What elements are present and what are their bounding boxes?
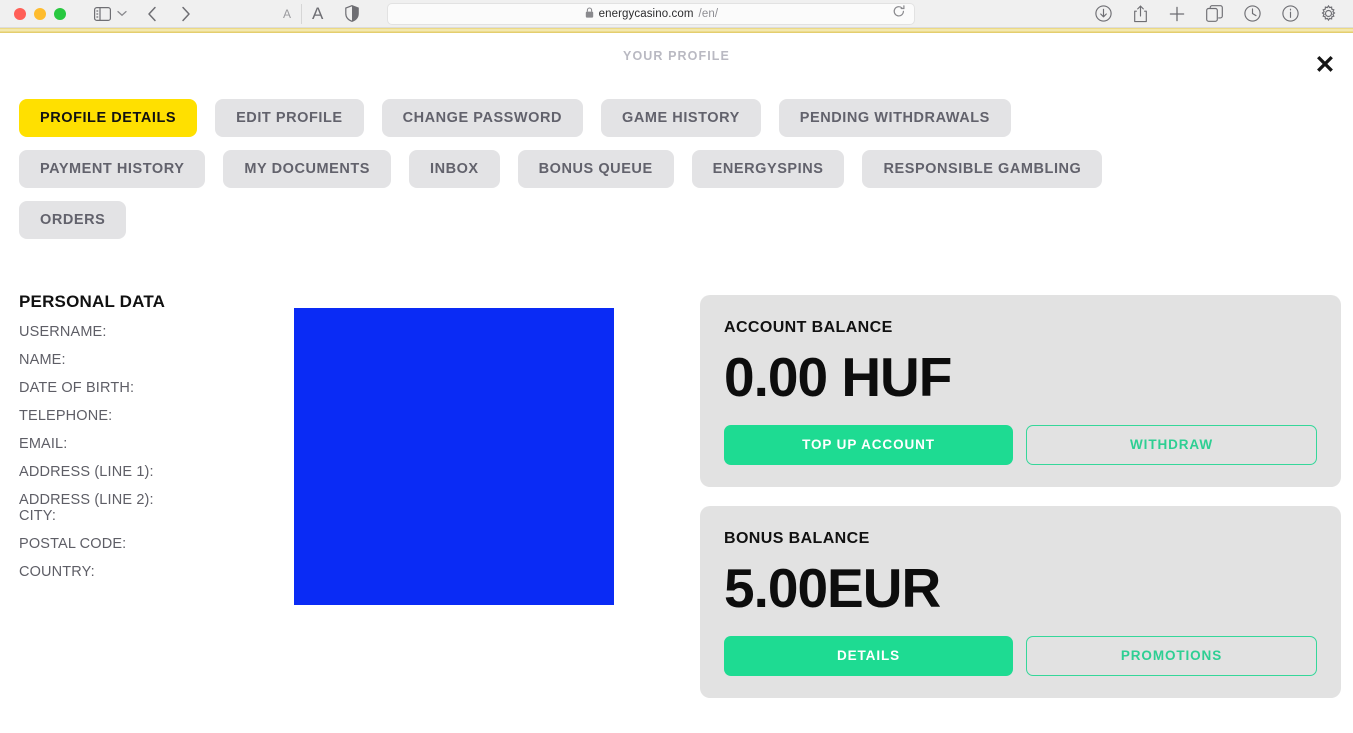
tab-profile-details[interactable]: PROFILE DETAILS: [19, 99, 198, 137]
tab-responsible-gambling[interactable]: RESPONSIBLE GAMBLING: [862, 150, 1103, 188]
field-date-of-birth: DATE OF BIRTH:: [19, 380, 135, 396]
browser-right-icons: [1095, 5, 1337, 23]
field-country: COUNTRY:: [19, 564, 95, 580]
sidebar-toggle-icon[interactable]: [94, 6, 111, 21]
gear-icon[interactable]: [1320, 5, 1337, 22]
url-host: energycasino.com: [598, 7, 694, 20]
bonus-balance-card: BONUS BALANCE 5.00EUR DETAILS PROMOTIONS: [700, 505, 1341, 698]
minimize-window-button[interactable]: [34, 7, 46, 20]
tab-orders[interactable]: ORDERS: [19, 201, 127, 239]
tab-change-password[interactable]: CHANGE PASSWORD: [381, 99, 584, 137]
field-telephone: TELEPHONE:: [19, 408, 113, 424]
account-balance-amount: 0.00 HUF: [724, 346, 952, 408]
tab-bonus-queue[interactable]: BONUS QUEUE: [517, 150, 674, 188]
field-name: NAME:: [19, 352, 66, 368]
withdraw-button[interactable]: WITHDRAW: [1026, 424, 1317, 465]
tab-edit-profile[interactable]: EDIT PROFILE: [215, 99, 364, 137]
decrease-text-size-button[interactable]: A: [273, 7, 301, 21]
field-address-line-1: ADDRESS (LINE 1):: [19, 464, 154, 480]
top-up-account-button[interactable]: TOP UP ACCOUNT: [724, 424, 1013, 465]
back-arrow-icon[interactable]: [147, 6, 158, 22]
field-username: USERNAME:: [19, 324, 107, 340]
close-window-button[interactable]: [14, 7, 26, 20]
share-icon[interactable]: [1133, 5, 1148, 23]
forward-arrow-icon[interactable]: [180, 6, 191, 22]
field-city: CITY:: [19, 508, 57, 524]
tab-my-documents[interactable]: MY DOCUMENTS: [223, 150, 391, 188]
profile-content: PERSONAL DATA USERNAME: NAME: DATE OF BI…: [0, 292, 1353, 698]
personal-data-list: USERNAME: NAME: DATE OF BIRTH: TELEPHONE…: [19, 324, 275, 592]
personal-data-section: PERSONAL DATA USERNAME: NAME: DATE OF BI…: [19, 292, 275, 698]
download-icon[interactable]: [1095, 5, 1112, 22]
personal-data-title: PERSONAL DATA: [19, 292, 166, 311]
account-balance-card: ACCOUNT BALANCE 0.00 HUF TOP UP ACCOUNT …: [700, 295, 1341, 487]
privacy-shield-icon[interactable]: [345, 5, 360, 22]
profile-header: YOUR PROFILE ✕: [0, 33, 1353, 79]
lock-icon: [585, 5, 594, 23]
address-bar[interactable]: energycasino.com/en/: [387, 2, 916, 25]
tab-pending-withdrawals[interactable]: PENDING WITHDRAWALS: [778, 99, 1011, 137]
url-path: /en/: [698, 7, 719, 20]
profile-tabs: PROFILE DETAILS EDIT PROFILE CHANGE PASS…: [0, 99, 1180, 239]
field-address-line-2: ADDRESS (LINE 2):: [19, 492, 154, 508]
plus-icon[interactable]: [1169, 6, 1185, 22]
browser-toolbar: A A energycasino.com/en/: [0, 0, 1353, 28]
balance-cards: ACCOUNT BALANCE 0.00 HUF TOP UP ACCOUNT …: [700, 295, 1341, 698]
increase-text-size-button[interactable]: A: [301, 3, 333, 24]
profile-page: YOUR PROFILE ✕ PROFILE DETAILS EDIT PROF…: [0, 33, 1353, 733]
reload-icon[interactable]: [893, 4, 905, 23]
tab-game-history[interactable]: GAME HISTORY: [601, 99, 761, 137]
bonus-balance-label: BONUS BALANCE: [724, 529, 870, 547]
field-postal-code: POSTAL CODE:: [19, 536, 127, 552]
tab-inbox[interactable]: INBOX: [408, 150, 500, 188]
bonus-balance-amount: 5.00EUR: [724, 556, 941, 619]
promotions-button[interactable]: PROMOTIONS: [1026, 635, 1317, 676]
close-icon[interactable]: ✕: [1305, 45, 1345, 85]
redacted-image-block: [294, 308, 614, 605]
account-balance-actions: TOP UP ACCOUNT WITHDRAW: [724, 424, 1317, 465]
field-email: EMAIL:: [19, 436, 68, 452]
window-controls: [14, 7, 66, 20]
page-title: YOUR PROFILE: [623, 49, 730, 63]
account-balance-label: ACCOUNT BALANCE: [724, 319, 893, 336]
tab-overview-icon[interactable]: [1206, 5, 1223, 22]
bonus-details-button[interactable]: DETAILS: [724, 635, 1013, 676]
info-icon[interactable]: [1282, 5, 1299, 22]
history-clock-icon[interactable]: [1244, 5, 1261, 22]
chevron-down-icon[interactable]: [117, 10, 127, 17]
bonus-balance-actions: DETAILS PROMOTIONS: [724, 635, 1317, 676]
tab-payment-history[interactable]: PAYMENT HISTORY: [19, 150, 206, 188]
maximize-window-button[interactable]: [54, 7, 66, 20]
text-size-controls: A A: [273, 3, 333, 24]
tab-energyspins[interactable]: ENERGYSPINS: [691, 150, 845, 188]
